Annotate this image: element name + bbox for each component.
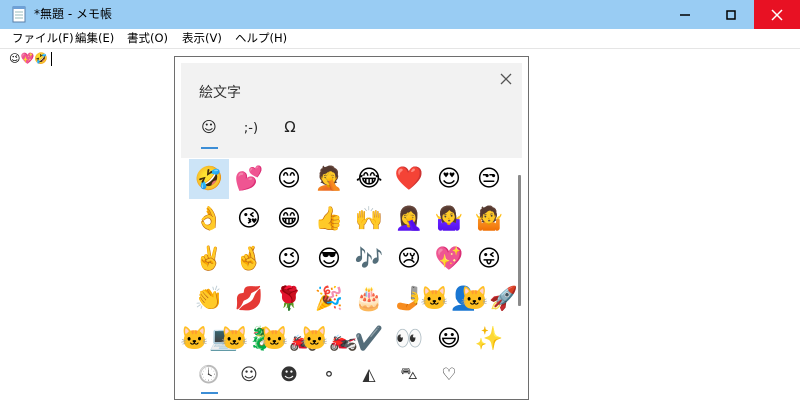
minimize-icon [680, 13, 690, 16]
window-title: *無題 - メモ帳 [34, 7, 112, 21]
pizza-icon: ◭ [362, 365, 376, 385]
emoji-item[interactable]: 😁 [269, 199, 309, 239]
category-balloon-icon[interactable]: ⚬ [309, 362, 349, 388]
emoji-item[interactable]: 💋 [229, 279, 269, 319]
maximize-icon [726, 9, 736, 20]
emoji-item[interactable]: 😊 [269, 159, 309, 199]
menu-view[interactable]: 表示(V) [182, 31, 222, 46]
notepad-app-icon [12, 5, 26, 23]
tab-emoji[interactable]: ☺ [189, 118, 229, 136]
close-icon [500, 73, 512, 85]
emoji-grid-scrollbar[interactable] [518, 175, 521, 306]
emoji-item[interactable]: 🤦‍♀️ [389, 199, 429, 239]
balloon-icon: ⚬ [321, 365, 337, 385]
emoji-item[interactable]: 🎉 [309, 279, 349, 319]
close-icon [771, 8, 783, 21]
emoji-item[interactable]: 😢 [389, 239, 429, 279]
person-icon: ☻ [280, 365, 298, 385]
category-heart-icon[interactable]: ♡ [429, 362, 469, 388]
clock-icon: 🕓 [198, 365, 220, 385]
emoji-item[interactable]: 🤦 [309, 159, 349, 199]
category-car-icon[interactable]: ⛍ [389, 362, 429, 388]
emoji-panel-title: 絵文字 [199, 85, 241, 101]
emoji-item[interactable]: 💖 [429, 239, 469, 279]
category-person-icon[interactable]: ☻ [269, 362, 309, 388]
smiley-icon: ☺ [240, 365, 258, 385]
active-category-indicator [201, 392, 218, 394]
emoji-item[interactable]: 💕 [229, 159, 269, 199]
active-tab-indicator [201, 147, 218, 149]
emoji-item[interactable]: ✔️ [349, 319, 389, 359]
menu-help[interactable]: ヘルプ(H) [235, 31, 287, 46]
menu-file[interactable]: ファイル(F) [12, 31, 74, 46]
emoji-item[interactable]: 😎 [309, 239, 349, 279]
emoji-item[interactable]: 🤞 [229, 239, 269, 279]
category-smiley-icon[interactable]: ☺ [229, 362, 269, 388]
emoji-item[interactable]: 🌹 [269, 279, 309, 319]
minimize-button[interactable] [662, 0, 708, 29]
editor-text: 😉💖🤣 [9, 52, 48, 65]
emoji-item[interactable]: 🎂 [349, 279, 389, 319]
close-button[interactable] [754, 0, 800, 29]
emoji-item[interactable]: 🐱‍🚀 [460, 279, 517, 319]
emoji-item[interactable]: 🐱‍🏍 [300, 319, 357, 359]
emoji-item[interactable]: ✌️ [189, 239, 229, 279]
menu-bar: ファイル(F) 編集(E) 書式(O) 表示(V) ヘルプ(H) [0, 29, 800, 48]
category-clock-icon[interactable]: 🕓 [189, 362, 229, 388]
emoji-item[interactable]: 😃 [429, 319, 469, 359]
emoji-item[interactable]: 🤷 [469, 199, 509, 239]
tab-symbols[interactable]: Ω [270, 118, 310, 136]
text-caret [50, 52, 52, 66]
emoji-panel-close-button[interactable] [497, 70, 515, 88]
emoji-item[interactable]: 😒 [469, 159, 509, 199]
emoji-item[interactable]: 🤣 [189, 159, 229, 199]
heart-icon: ♡ [441, 365, 457, 385]
maximize-button[interactable] [708, 0, 754, 29]
emoji-item[interactable]: 👀 [389, 319, 429, 359]
emoji-item[interactable]: 😜 [469, 239, 509, 279]
emoji-item[interactable]: ❤️ [389, 159, 429, 199]
emoji-item[interactable]: 👏 [189, 279, 229, 319]
tab-kaomoji[interactable]: ;-) [231, 121, 271, 136]
emoji-item[interactable]: 😉 [269, 239, 309, 279]
emoji-item[interactable]: 😍 [429, 159, 469, 199]
emoji-panel-header [181, 63, 522, 158]
car-icon: ⛍ [400, 364, 418, 384]
emoji-item[interactable]: ✨ [469, 319, 509, 359]
emoji-item[interactable]: 👌 [189, 199, 229, 239]
emoji-item[interactable]: 🤷‍♀️ [429, 199, 469, 239]
editor-content[interactable]: 😉💖🤣 [9, 51, 52, 67]
category-pizza-icon[interactable]: ◭ [349, 362, 389, 388]
emoji-item[interactable]: 😂 [349, 159, 389, 199]
emoji-item[interactable]: 👍 [309, 199, 349, 239]
menu-format[interactable]: 書式(O) [127, 31, 168, 46]
emoji-item[interactable]: 🎶 [349, 239, 389, 279]
menu-edit[interactable]: 編集(E) [75, 31, 114, 46]
emoji-item[interactable]: 🙌 [349, 199, 389, 239]
emoji-item[interactable]: 😘 [229, 199, 269, 239]
